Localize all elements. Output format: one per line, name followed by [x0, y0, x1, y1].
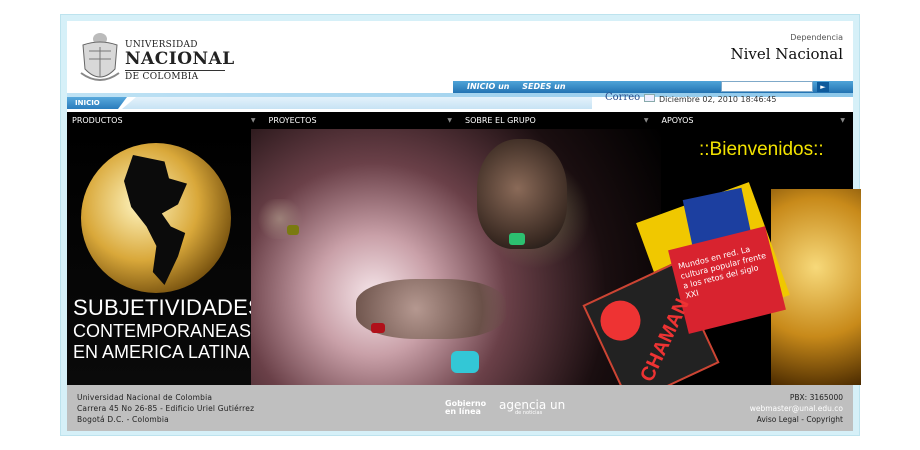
- menu-productos[interactable]: PRODUCTOS ▼: [67, 112, 264, 129]
- menu-sobre-el-grupo-label: SOBRE EL GRUPO: [465, 116, 536, 125]
- footer-city: Bogotá D.C. - Colombia: [77, 415, 169, 424]
- menu-sobre-el-grupo[interactable]: SOBRE EL GRUPO ▼: [460, 112, 657, 129]
- stone-gem: [451, 351, 479, 373]
- tab-inicio-un[interactable]: INICIO un: [467, 82, 509, 91]
- menu-proyectos-label: PROYECTOS: [268, 116, 317, 125]
- search-go-button[interactable]: ►: [817, 82, 829, 92]
- subjetividades-title-3: EN AMERICA LATINA: [73, 342, 250, 362]
- footer-legal-link[interactable]: Aviso Legal - Copyright: [757, 415, 843, 424]
- chevron-down-icon: ▼: [840, 117, 845, 124]
- page-frame: UNIVERSIDAD NACIONAL DE COLOMBIA Depende…: [60, 14, 861, 436]
- stone-gem: [287, 225, 299, 235]
- correo-label: Correo: [605, 92, 641, 103]
- footer-email-link[interactable]: webmaster@unal.edu.co: [750, 404, 843, 413]
- chevron-down-icon: ▼: [643, 117, 649, 124]
- coat-of-arms-icon: [80, 33, 120, 81]
- menu-productos-label: PRODUCTOS: [72, 116, 123, 125]
- menu-apoyos[interactable]: APOYOS ▼: [657, 112, 854, 129]
- gobierno-en-linea-link[interactable]: Gobierno en línea: [445, 400, 486, 416]
- page: UNIVERSIDAD NACIONAL DE COLOMBIA Depende…: [67, 21, 861, 431]
- main-menu: PRODUCTOS ▼ PROYECTOS ▼ SOBRE EL GRUPO ▼ AP…: [67, 112, 853, 129]
- menu-apoyos-label: APOYOS: [661, 116, 694, 125]
- welcome-title: ::Bienvenidos::: [699, 139, 824, 160]
- logo-text-nacional: NACIONAL: [125, 49, 235, 69]
- nivel-nacional-title: Nivel Nacional: [730, 45, 843, 63]
- stone-gem: [371, 323, 385, 333]
- welcome-panel: Mundos en red. La cultura popular frente…: [582, 129, 861, 405]
- tab-sedes-un[interactable]: SEDES un: [522, 82, 565, 91]
- subjetividades-logo-panel[interactable]: SUBJETIVIDADES CONTEMPORANEAS EN AMERICA…: [67, 129, 263, 385]
- footer-address: Carrera 45 No 26-85 - Edificio Uriel Gut…: [77, 404, 255, 413]
- chevron-down-icon: ▼: [250, 117, 256, 124]
- mail-icon: [644, 93, 656, 102]
- subjetividades-title-2: CONTEMPORANEAS: [73, 321, 252, 341]
- footer: Universidad Nacional de Colombia Carrera…: [67, 385, 853, 431]
- shaman-photo: [251, 129, 661, 385]
- nav-tabs: INICIO un SEDES un: [467, 82, 576, 91]
- chevron-down-icon: ▼: [447, 117, 452, 124]
- dependencia-label: Dependencia: [790, 33, 843, 42]
- agencia-un-link[interactable]: agencia un de noticias: [499, 398, 565, 416]
- menu-proyectos[interactable]: PROYECTOS ▼: [264, 112, 461, 129]
- breadcrumb-inicio[interactable]: INICIO: [67, 97, 127, 109]
- hero-banner: SUBJETIVIDADES CONTEMPORANEAS EN AMERICA…: [67, 129, 861, 405]
- footer-university: Universidad Nacional de Colombia: [77, 393, 213, 402]
- university-logo[interactable]: UNIVERSIDAD NACIONAL DE COLOMBIA: [79, 29, 234, 87]
- footer-pbx: PBX: 3165000: [789, 393, 843, 402]
- correo-link[interactable]: Correo: [605, 92, 656, 103]
- stone-gem: [509, 233, 525, 245]
- search-input[interactable]: [721, 81, 813, 92]
- breadcrumb-bar: [122, 97, 592, 109]
- gobierno-label-2: en línea: [445, 407, 481, 416]
- current-datetime: Diciembre 02, 2010 18:46:45: [659, 95, 777, 104]
- subjetividades-title-1: SUBJETIVIDADES: [73, 295, 263, 320]
